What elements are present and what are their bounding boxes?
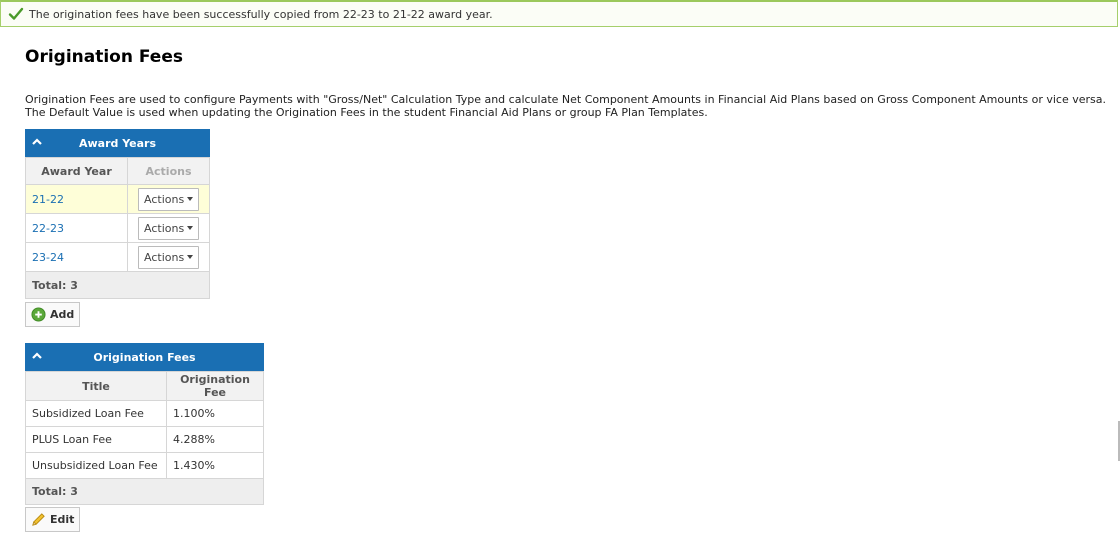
- column-header-award-year[interactable]: Award Year: [25, 157, 128, 185]
- origination-fees-title: Origination Fees: [93, 350, 196, 364]
- column-header-actions: Actions: [127, 157, 210, 185]
- table-row: Subsidized Loan Fee 1.100%: [25, 400, 264, 427]
- actions-dropdown-button[interactable]: Actions: [138, 245, 200, 269]
- table-row: PLUS Loan Fee 4.288%: [25, 426, 264, 453]
- column-header-title[interactable]: Title: [25, 371, 167, 401]
- award-year-link[interactable]: 23-24: [32, 251, 64, 264]
- actions-label: Actions: [144, 221, 185, 235]
- award-year-link[interactable]: 21-22: [32, 193, 64, 206]
- chevron-up-icon[interactable]: [31, 136, 43, 148]
- checkmark-icon: [8, 7, 24, 20]
- page-title: Origination Fees: [25, 47, 183, 67]
- table-row: 21-22 Actions: [25, 184, 210, 214]
- column-header-origination-fee[interactable]: Origination Fee: [166, 371, 264, 401]
- description-line-2: The Default Value is used when updating …: [25, 106, 708, 119]
- table-row: Unsubsidized Loan Fee 1.430%: [25, 452, 264, 479]
- pencil-icon: [32, 513, 45, 526]
- award-years-panel: Award Years Award Year Actions 21-22 Act…: [25, 129, 210, 299]
- origination-fees-header[interactable]: Origination Fees: [25, 343, 264, 371]
- fee-value: 1.100%: [166, 400, 264, 427]
- fee-title: Unsubsidized Loan Fee: [25, 452, 167, 479]
- add-button-label: Add: [50, 308, 75, 321]
- add-circle-icon: [31, 307, 46, 322]
- total-count: Total: 3: [25, 478, 264, 505]
- success-alert: The origination fees have been successfu…: [0, 0, 1118, 27]
- actions-dropdown-button[interactable]: Actions: [138, 216, 200, 240]
- caret-down-icon: [187, 226, 194, 230]
- success-message: The origination fees have been successfu…: [29, 7, 493, 21]
- edit-button[interactable]: Edit: [25, 507, 81, 532]
- fee-title: PLUS Loan Fee: [25, 426, 167, 453]
- description-line-1: Origination Fees are used to configure P…: [25, 93, 1106, 106]
- table-row: 23-24 Actions: [25, 242, 210, 272]
- caret-down-icon: [187, 255, 194, 259]
- fee-title: Subsidized Loan Fee: [25, 400, 167, 427]
- fee-value: 4.288%: [166, 426, 264, 453]
- total-row: Total: 3: [25, 271, 210, 299]
- origination-fees-panel: Origination Fees Title Origination Fee S…: [25, 343, 264, 505]
- edit-button-label: Edit: [50, 513, 75, 526]
- caret-down-icon: [187, 197, 194, 201]
- actions-label: Actions: [144, 192, 185, 206]
- chevron-up-icon[interactable]: [31, 350, 43, 362]
- fee-value: 1.430%: [166, 452, 264, 479]
- award-year-link[interactable]: 22-23: [32, 222, 64, 235]
- award-years-header[interactable]: Award Years: [25, 129, 210, 157]
- total-count: Total: 3: [25, 271, 210, 299]
- page-description: Origination Fees are used to configure P…: [25, 93, 1106, 119]
- table-row: 22-23 Actions: [25, 213, 210, 243]
- award-years-title: Award Years: [78, 136, 157, 150]
- origination-fees-table: Title Origination Fee Subsidized Loan Fe…: [25, 371, 264, 505]
- actions-label: Actions: [144, 250, 185, 264]
- total-row: Total: 3: [25, 478, 264, 505]
- actions-dropdown-button[interactable]: Actions: [138, 187, 200, 211]
- add-button[interactable]: Add: [25, 302, 81, 327]
- award-years-table: Award Year Actions 21-22 Actions 22-23 A…: [25, 157, 210, 299]
